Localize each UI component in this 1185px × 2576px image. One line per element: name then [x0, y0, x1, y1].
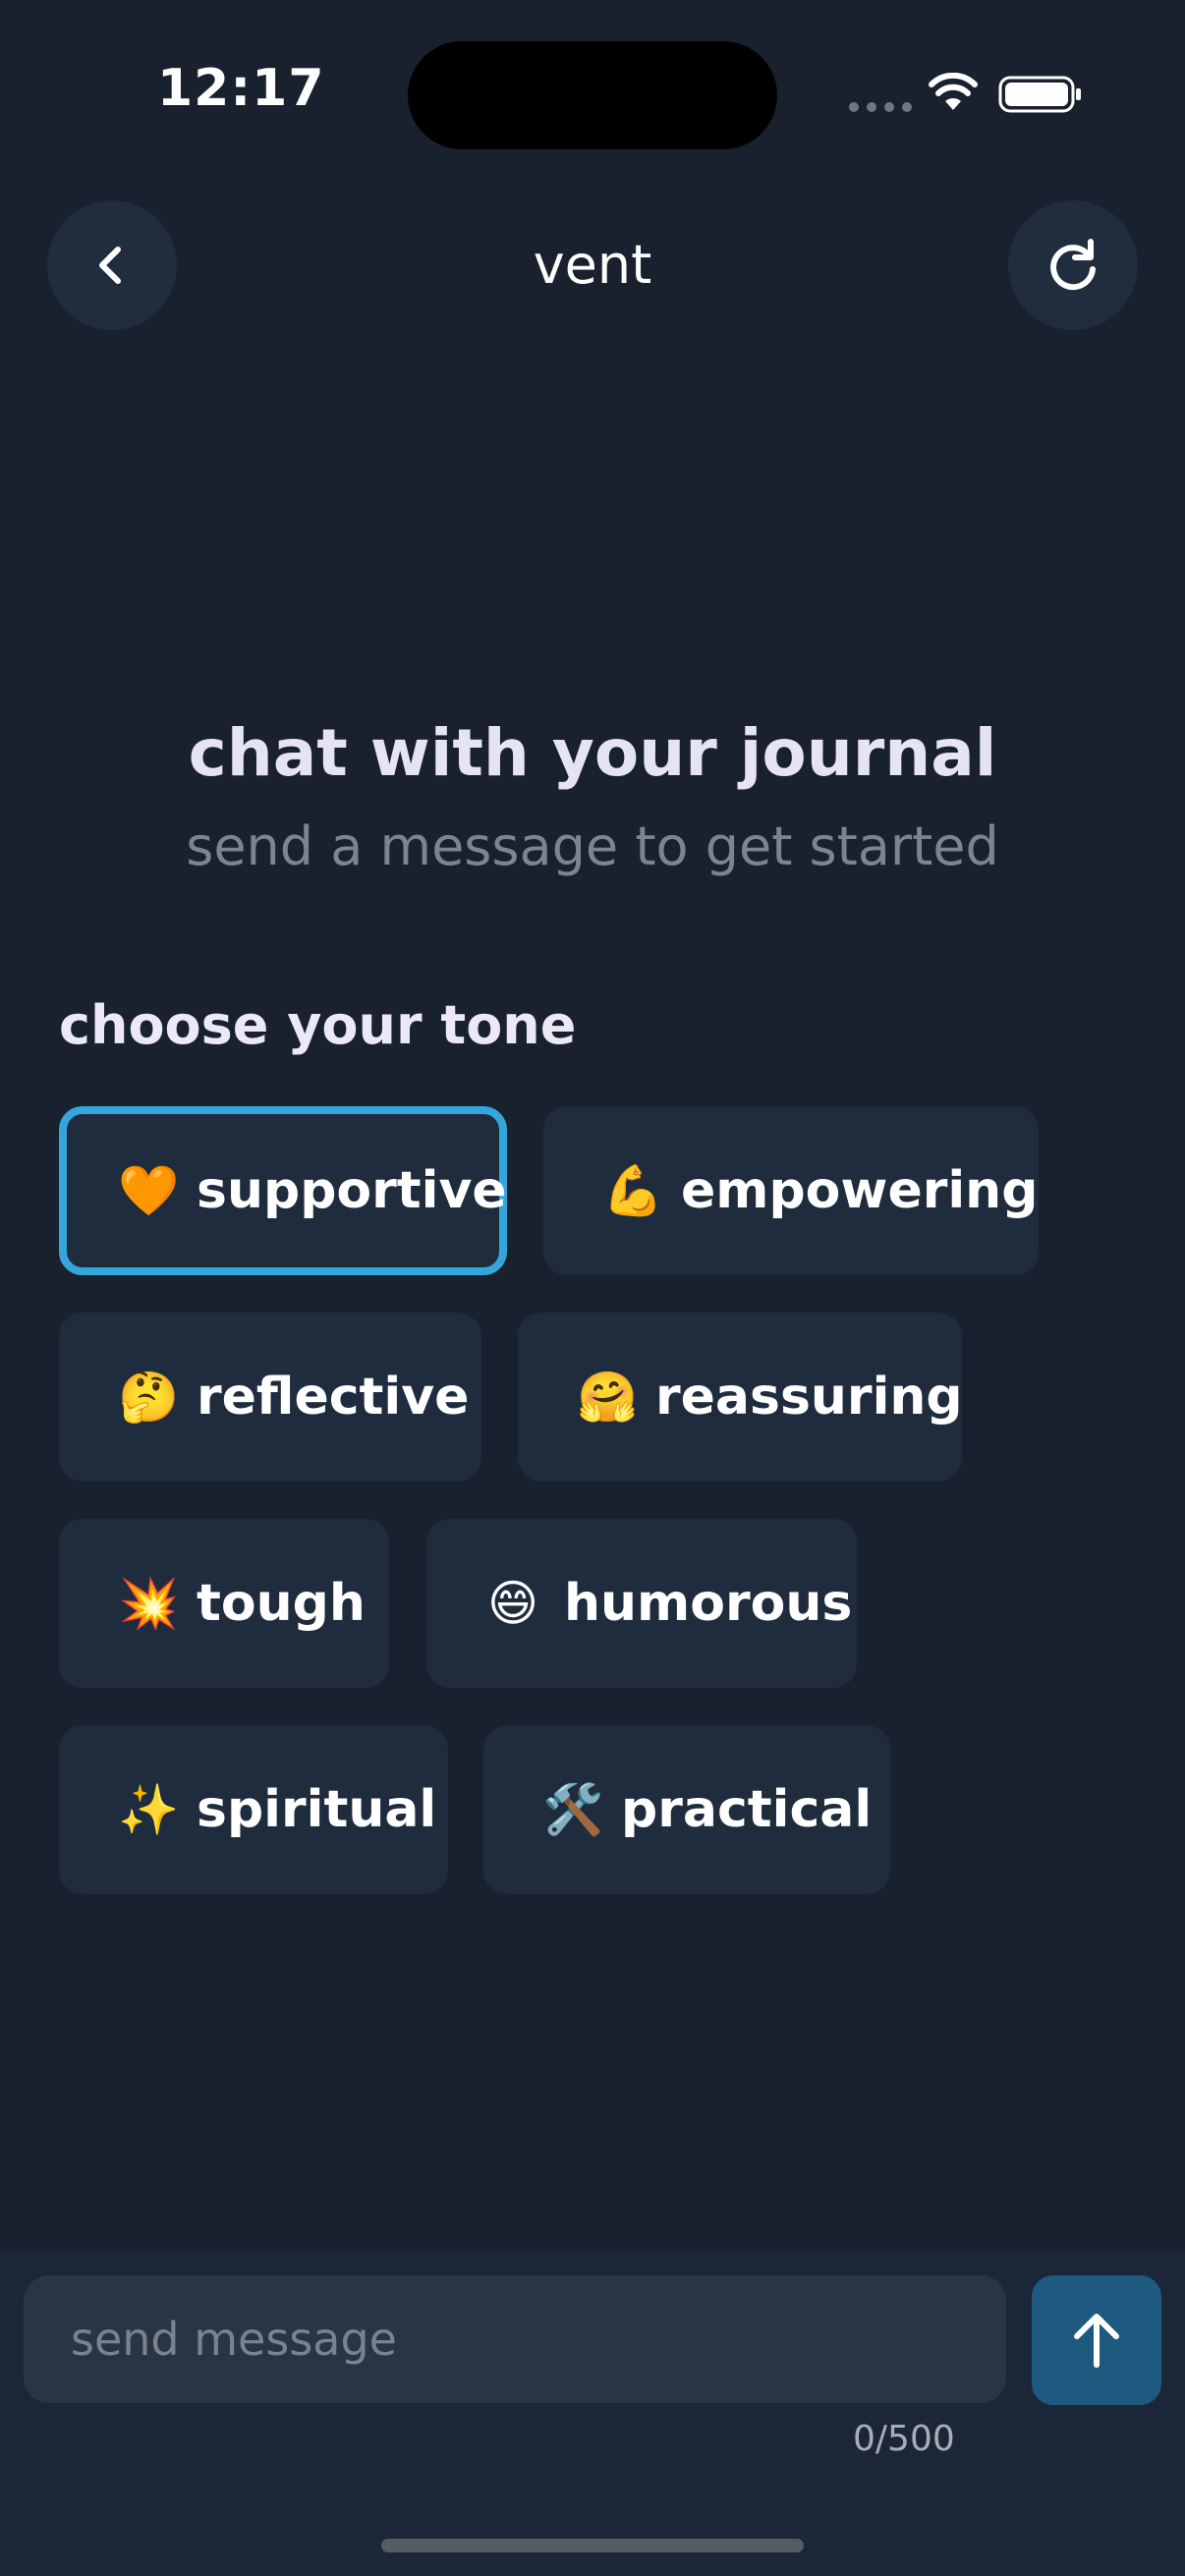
- orange-heart-icon: 🧡: [118, 1161, 180, 1219]
- tone-chip-empowering[interactable]: 💪 empowering: [543, 1106, 1039, 1275]
- empty-state-subtitle: send a message to get started: [186, 815, 999, 877]
- tone-chip-practical[interactable]: 🛠️ practical: [483, 1725, 890, 1894]
- tone-chip-label: supportive: [197, 1161, 507, 1220]
- character-counter: 0/500: [853, 2419, 955, 2459]
- tone-chip-tough[interactable]: 💥 tough: [59, 1519, 389, 1688]
- tone-chip-reassuring[interactable]: 🤗 reassuring: [518, 1313, 963, 1482]
- status-time: 12:17: [157, 59, 325, 118]
- thinking-face-icon: 🤔: [118, 1368, 180, 1426]
- hammer-and-wrench-icon: 🛠️: [542, 1780, 604, 1838]
- refresh-button[interactable]: [1008, 200, 1138, 330]
- dynamic-island: [408, 41, 777, 149]
- tone-chip-label: empowering: [681, 1161, 1039, 1220]
- message-input[interactable]: [24, 2275, 1006, 2403]
- home-indicator[interactable]: [381, 2539, 804, 2552]
- sparkles-icon: ✨: [118, 1780, 180, 1838]
- tone-chip-humorous[interactable]: 😄 humorous: [426, 1519, 857, 1688]
- collision-icon: 💥: [118, 1574, 180, 1632]
- tone-chip-spiritual[interactable]: ✨ spiritual: [59, 1725, 448, 1894]
- tone-chip-label: tough: [197, 1574, 366, 1633]
- flexed-biceps-icon: 💪: [602, 1161, 664, 1219]
- send-button[interactable]: [1032, 2275, 1161, 2405]
- tone-chip-label: humorous: [564, 1574, 853, 1633]
- arrow-up-icon: [1074, 2314, 1119, 2368]
- hugging-face-icon: 🤗: [577, 1368, 639, 1426]
- tone-chip-label: spiritual: [197, 1780, 437, 1839]
- tone-chip-reflective[interactable]: 🤔 reflective: [59, 1313, 481, 1482]
- tone-chip-supportive[interactable]: 🧡 supportive: [59, 1106, 507, 1275]
- battery-icon: [998, 76, 1081, 113]
- wifi-icon: [929, 73, 978, 110]
- tone-chip-label: reflective: [197, 1368, 470, 1427]
- cellular-signal-icon: [849, 102, 912, 112]
- refresh-icon: [1050, 239, 1096, 291]
- empty-state-title: chat with your journal: [188, 715, 997, 791]
- grinning-face-icon: 😄: [486, 1575, 539, 1632]
- tone-section-label: choose your tone: [59, 994, 577, 1056]
- tone-chip-label: practical: [621, 1780, 873, 1839]
- tone-chip-label: reassuring: [655, 1368, 963, 1427]
- chat-screen: 12:17 vent chat with your journal send a…: [0, 0, 1185, 2576]
